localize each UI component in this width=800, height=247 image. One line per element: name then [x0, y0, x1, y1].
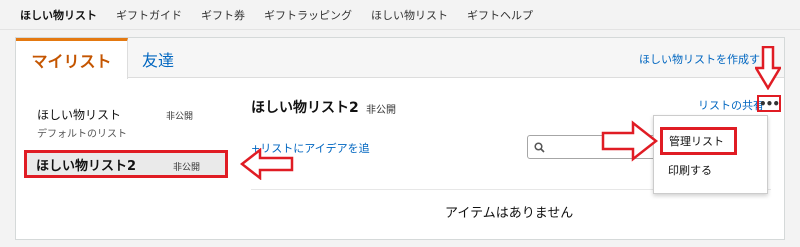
manage-list-menu-item[interactable]: 管理リスト	[660, 127, 737, 155]
sidebar-item-list-2[interactable]: ほしい物リスト2 非公開	[24, 150, 228, 178]
share-list-link[interactable]: リストの共有	[698, 97, 764, 113]
tab-my-lists[interactable]: マイリスト	[16, 38, 128, 79]
sidebar-item-label: ほしい物リスト2	[36, 158, 137, 174]
search-icon	[534, 141, 545, 153]
tab-friends[interactable]: 友達	[142, 47, 174, 71]
sidebar-item-default-list[interactable]: ほしい物リスト デフォルトのリスト	[37, 106, 127, 140]
nav-gift-wrapping[interactable]: ギフトラッピング	[264, 7, 352, 23]
down-arrow-annotation	[755, 46, 781, 90]
nav-gift-help[interactable]: ギフトヘルプ	[467, 7, 533, 23]
print-menu-item[interactable]: 印刷する	[668, 162, 712, 178]
sidebar-item-privacy: 非公開	[173, 163, 201, 173]
top-navigation: ほしい物リスト ギフトガイド ギフト券 ギフトラッピング ほしい物リスト ギフト…	[0, 0, 800, 30]
right-arrow-annotation	[601, 120, 659, 162]
ellipsis-icon: •••	[759, 96, 780, 111]
nav-wishlist-2[interactable]: ほしい物リスト	[371, 7, 448, 23]
nav-gift-guide[interactable]: ギフトガイド	[116, 7, 182, 23]
create-list-link[interactable]: ほしい物リストを作成す	[639, 51, 760, 67]
list-title: ほしい物リスト2	[251, 100, 359, 116]
left-arrow-annotation	[240, 148, 294, 180]
tab-bar: マイリスト 友達 ほしい物リストを作成す	[16, 38, 784, 79]
list-privacy-badge: 非公開	[366, 105, 396, 116]
empty-list-message: アイテムはありません	[445, 206, 574, 221]
sidebar-item-label: ほしい物リスト	[37, 108, 122, 122]
sidebar-item-subtitle: デフォルトのリスト	[37, 129, 127, 140]
more-options-button[interactable]: •••	[757, 95, 781, 112]
nav-wishlist[interactable]: ほしい物リスト	[20, 7, 97, 23]
sidebar-item-privacy: 非公開	[166, 112, 194, 122]
nav-gift-card[interactable]: ギフト券	[201, 7, 245, 23]
